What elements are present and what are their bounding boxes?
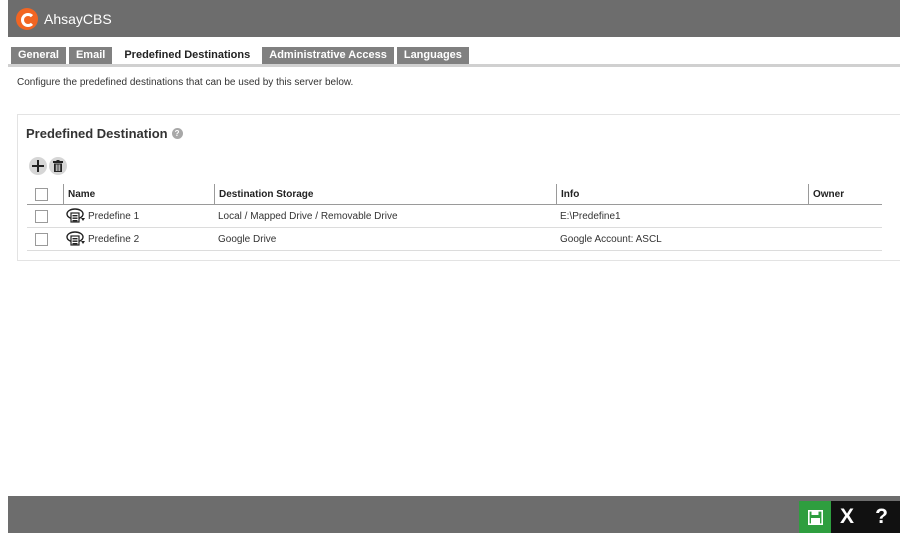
delete-destination-button[interactable]: [49, 157, 67, 175]
row-name-cell: Predefine 1: [66, 205, 139, 227]
ahsay-logo-icon: [16, 7, 38, 30]
destination-storage-icon: [66, 231, 85, 246]
row-checkbox[interactable]: [35, 232, 48, 246]
intro-text: Configure the predefined destinations th…: [17, 77, 354, 88]
title-bar: AhsayCBS: [8, 0, 900, 37]
row-storage: Local / Mapped Drive / Removable Drive: [218, 210, 398, 222]
tab-bar: General Email Predefined Destinations Ad…: [8, 37, 900, 67]
tab-languages[interactable]: Languages: [396, 47, 469, 64]
column-header-owner[interactable]: Owner: [808, 184, 883, 204]
destination-storage-icon: [66, 208, 85, 223]
row-name: Predefine 2: [88, 233, 140, 245]
select-all-checkbox[interactable]: [35, 187, 48, 201]
help-button[interactable]: ?: [863, 501, 900, 533]
row-checkbox-cell: [35, 228, 48, 250]
app-title: AhsayCBS: [44, 10, 112, 27]
row-checkbox[interactable]: [35, 209, 48, 223]
panel-title-text: Predefined Destination: [26, 126, 168, 141]
tab-email[interactable]: Email: [68, 47, 113, 64]
row-info: E:\Predefine1: [560, 210, 621, 222]
floppy-disk-icon: [807, 509, 823, 525]
save-button[interactable]: [799, 501, 831, 533]
panel-toolbar: [29, 157, 69, 175]
table-header-row: Name Destination Storage Info Owner: [27, 184, 882, 205]
table-row[interactable]: Predefine 2 Google Drive Google Account:…: [27, 228, 882, 251]
help-circle-icon[interactable]: ?: [171, 128, 183, 139]
table-row[interactable]: Predefine 1 Local / Mapped Drive / Remov…: [27, 205, 882, 228]
panel-title: Predefined Destination ?: [26, 126, 183, 141]
add-icon: [32, 160, 44, 172]
row-name-cell: Predefine 2: [66, 228, 139, 250]
close-button[interactable]: X: [831, 501, 863, 533]
row-name: Predefine 1: [88, 210, 140, 222]
tab-administrative-access[interactable]: Administrative Access: [262, 47, 394, 64]
app-window: AhsayCBS General Email Predefined Destin…: [0, 0, 900, 533]
tab-general[interactable]: General: [11, 47, 66, 64]
row-info: Google Account: ASCL: [560, 233, 662, 245]
row-storage: Google Drive: [218, 233, 277, 245]
main-content: Configure the predefined destinations th…: [8, 67, 900, 496]
row-checkbox-cell: [35, 205, 48, 227]
select-all-cell: [35, 184, 48, 204]
column-header-destination-storage[interactable]: Destination Storage: [214, 184, 552, 204]
footer-bar: X ?: [8, 496, 900, 533]
column-header-name[interactable]: Name: [63, 184, 210, 204]
trash-icon: [53, 160, 63, 172]
predefined-destination-panel: Predefined Destination ? Name Destinatio…: [17, 114, 900, 261]
column-header-info[interactable]: Info: [556, 184, 804, 204]
tab-list: General Email Predefined Destinations Ad…: [11, 47, 472, 64]
add-destination-button[interactable]: [29, 157, 47, 175]
tab-predefined-destinations[interactable]: Predefined Destinations: [115, 47, 260, 64]
destinations-table: Name Destination Storage Info Owner Pred…: [27, 184, 882, 251]
